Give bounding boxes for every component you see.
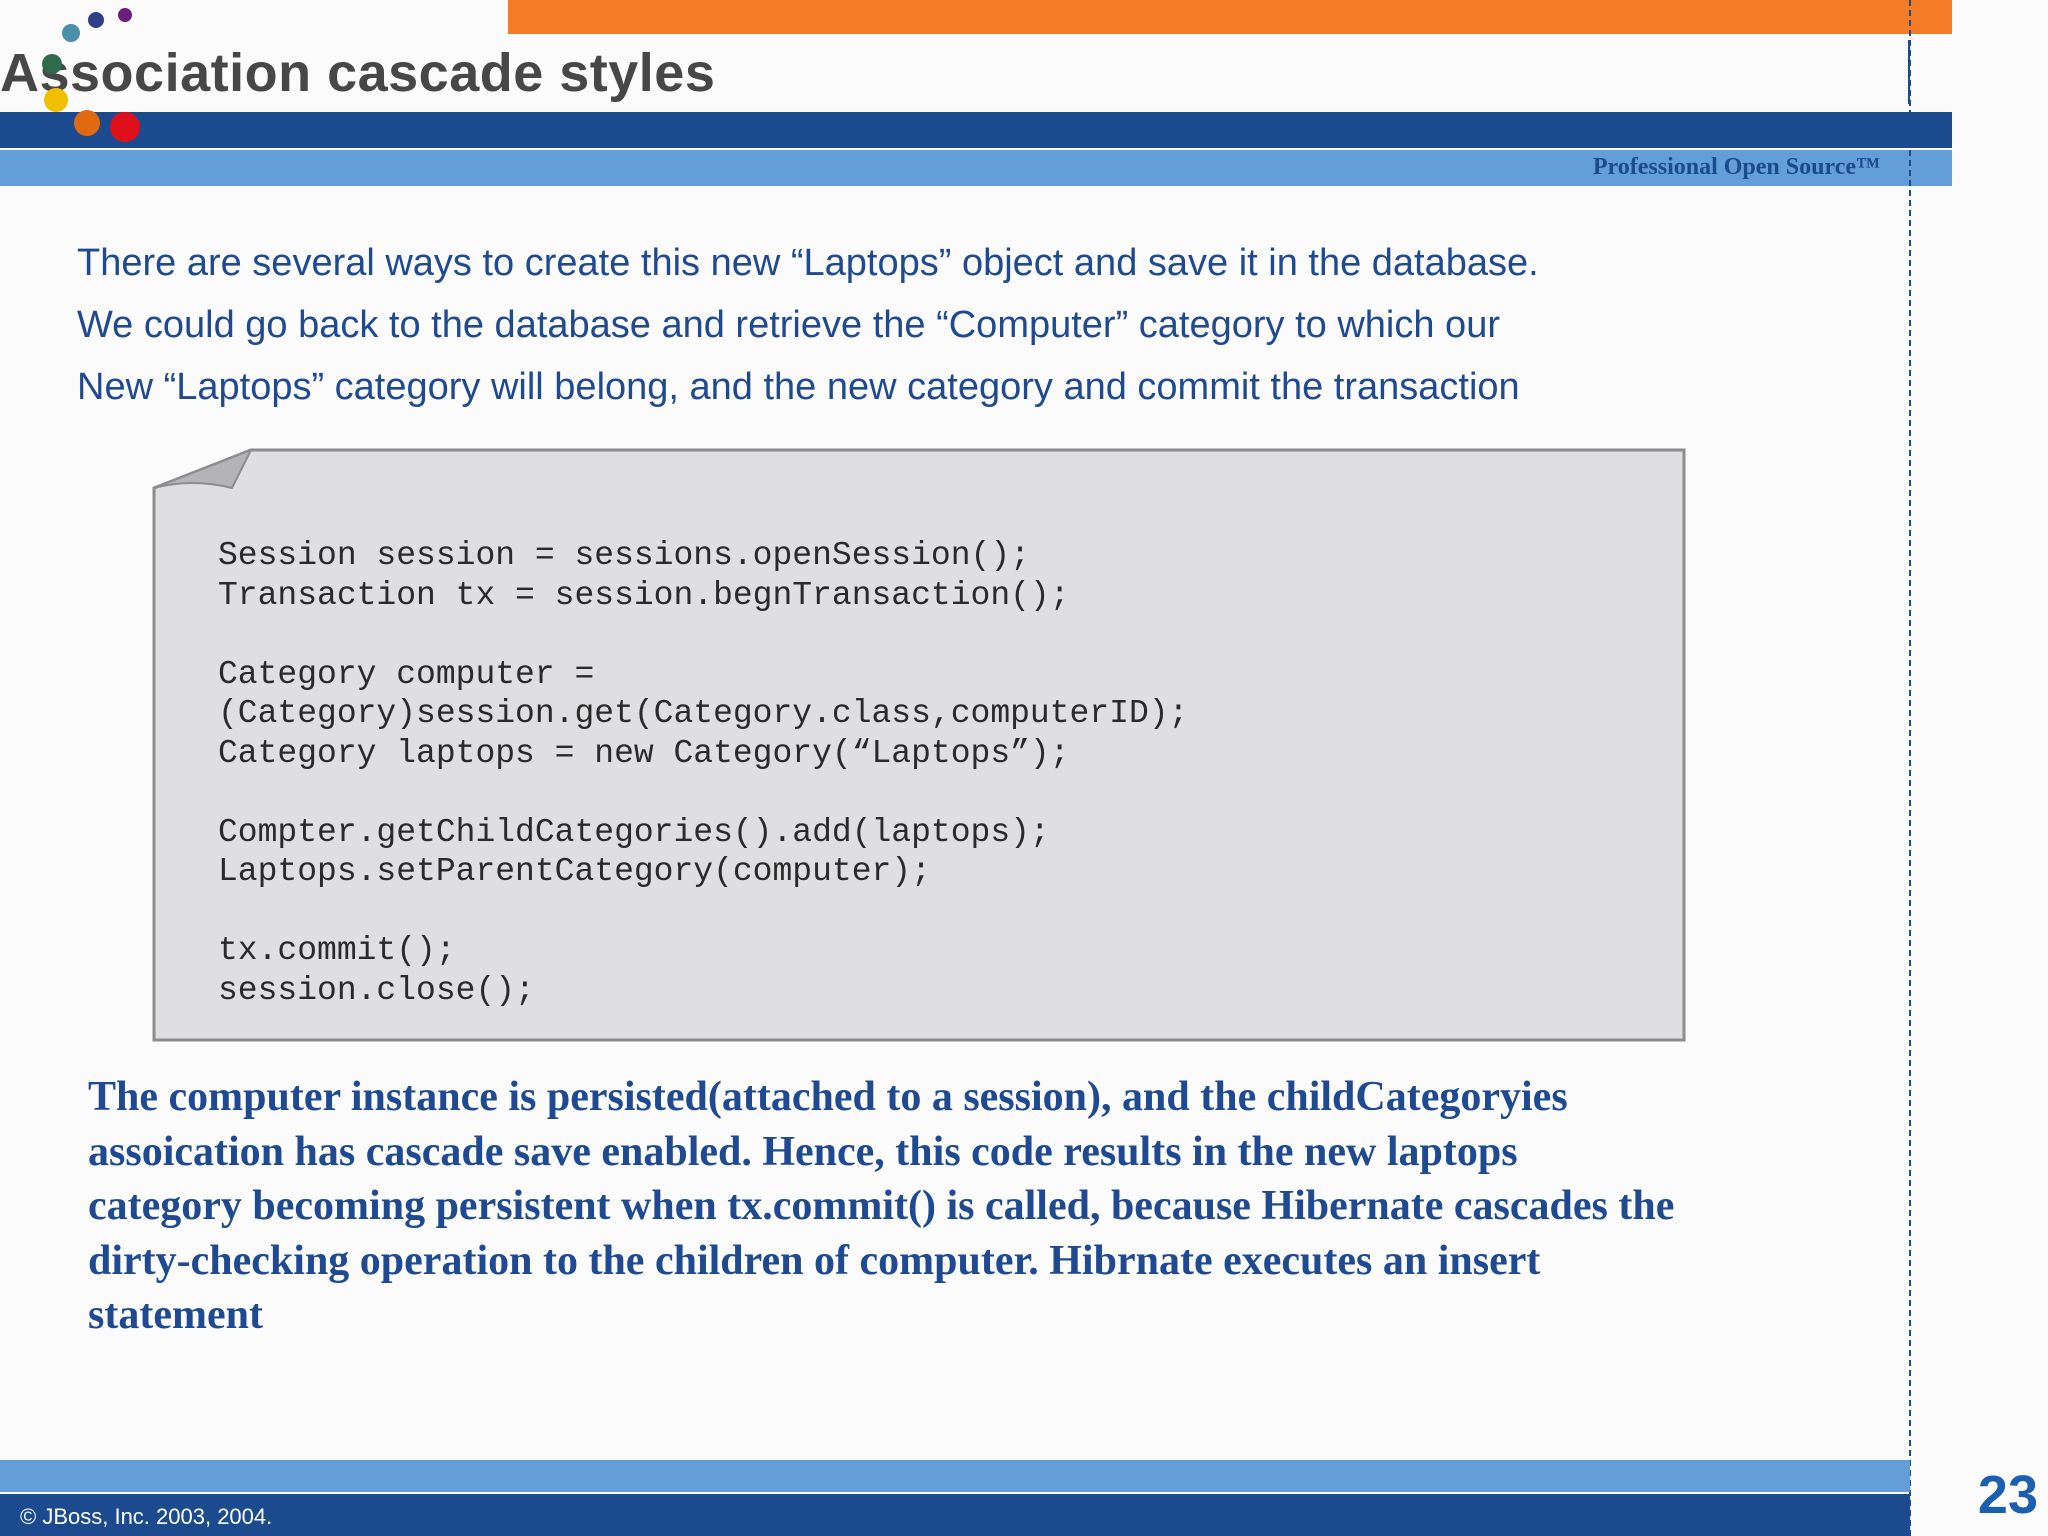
code-line: Laptops.setParentCategory(computer); (218, 853, 931, 890)
logo-dot (62, 24, 80, 42)
logo-dot (118, 8, 132, 22)
conclusion-text: The computer instance is persisted(attac… (88, 1070, 1828, 1343)
intro-line: New “Laptops” category will belong, and … (77, 366, 1520, 408)
conclusion-line: assoication has cascade save enabled. He… (88, 1128, 1518, 1175)
header-accent-bar (508, 0, 1952, 34)
tagline: Professional Open Source™ (1592, 154, 1880, 180)
intro-line: There are several ways to create this ne… (77, 242, 1539, 284)
intro-line: We could go back to the database and ret… (77, 304, 1500, 346)
conclusion-line: The computer instance is persisted(attac… (88, 1074, 1568, 1120)
footer-band-light (0, 1460, 1910, 1492)
code-line: tx.commit(); (218, 932, 456, 969)
conclusion-line: category becoming persistent when tx.com… (88, 1183, 1675, 1229)
code-note-card: Session session = sessions.openSession()… (152, 448, 1686, 1042)
margin-guide (1909, 0, 1911, 1536)
code-line: Category computer = (218, 655, 595, 693)
code-line: Session session = sessions.openSession()… (218, 537, 1030, 574)
page-number: 23 (1977, 1465, 2038, 1525)
copyright: © JBoss, Inc. 2003, 2004. (20, 1504, 273, 1529)
logo-dot (88, 12, 104, 28)
logo-dot (110, 112, 140, 142)
conclusion-line: statement (88, 1292, 263, 1338)
conclusion-line: dirty-checking operation to the children… (88, 1237, 1541, 1284)
footer-band-dark (0, 1494, 1910, 1536)
header-band-dark (0, 112, 1952, 148)
logo-dot (42, 54, 62, 74)
code-block: Session session = sessions.openSession()… (218, 536, 1188, 1010)
code-line: Compter.getChildCategories().add(laptops… (218, 813, 1050, 851)
logo-dot (74, 110, 100, 136)
code-line: session.close(); (218, 971, 535, 1009)
intro-text: There are several ways to create this ne… (77, 232, 1677, 418)
code-line: Category laptops = new Category(“Laptops… (218, 734, 1070, 772)
page-title: Association cascade styles (0, 43, 716, 103)
code-line: Transaction tx = session.begnTransaction… (218, 576, 1070, 614)
code-line: (Category)session.get(Category.class,com… (218, 695, 1189, 732)
logo-dot (44, 88, 68, 112)
